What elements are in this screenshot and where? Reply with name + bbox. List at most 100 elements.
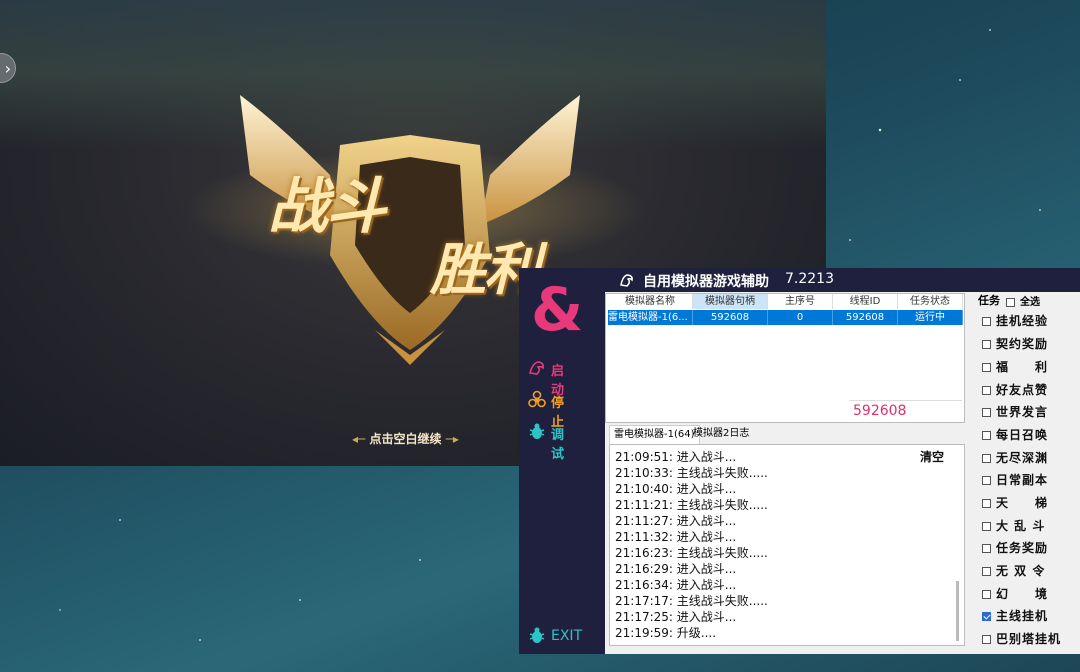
checkbox-icon (1006, 297, 1015, 307)
task-checkbox[interactable]: 主线挂机 (982, 607, 1048, 624)
assistant-window: & 启动 停止 调试 EXIT 自用模拟器游戏辅助 7.2213 模拟器名称 模… (519, 268, 1080, 654)
task-label: 巴别塔挂机 (996, 632, 1062, 646)
checkbox-icon (982, 567, 991, 576)
debug-button[interactable]: 调试 (527, 422, 601, 462)
app-version: 7.2213 (785, 271, 834, 287)
column-header[interactable]: 模拟器名称 (608, 294, 693, 309)
task-label: 幻 境 (996, 587, 1049, 601)
log-line: 21:19:59: 升级.... (615, 626, 717, 640)
task-label: 无尽深渊 (996, 451, 1049, 465)
scrollbar-thumb[interactable] (956, 581, 959, 641)
emulator-table[interactable]: 模拟器名称 模拟器句柄 主序号 线程ID 任务状态 雷电模拟器-1(6... 5… (605, 293, 965, 423)
task-checkbox[interactable]: 无尽深渊 (982, 449, 1048, 466)
checkbox-icon (982, 522, 991, 531)
task-label: 天 梯 (996, 496, 1049, 510)
log-line: 21:10:33: 主线战斗失败..... (615, 466, 768, 480)
task-checkbox[interactable]: 任务奖励 (982, 539, 1048, 556)
task-checkbox[interactable]: 天 梯 (982, 494, 1048, 511)
task-label: 挂机经验 (996, 314, 1049, 328)
stop-button[interactable]: 停止 (527, 390, 601, 430)
table-cell: 592608 (833, 310, 898, 325)
task-checkbox[interactable]: 福 利 (982, 358, 1048, 375)
checkbox-icon (982, 431, 991, 440)
table-cell: 雷电模拟器-1(6... (608, 310, 693, 325)
task-checkbox[interactable]: 巴别塔挂机 (982, 630, 1061, 647)
table-header: 模拟器名称 模拟器句柄 主序号 线程ID 任务状态 (608, 294, 963, 309)
checkbox-icon (982, 499, 991, 508)
task-panel: 任务 全选 挂机经验 契约奖励 福 利 好友点赞 世界发言 每日召唤 无尽深渊 … (972, 290, 1080, 654)
log-line: 21:16:34: 进入战斗... (615, 578, 737, 592)
task-label: 契约奖励 (996, 337, 1049, 351)
task-label: 日常副本 (996, 473, 1049, 487)
tab-emulator2-log[interactable]: 模拟器2日志 (689, 425, 753, 443)
checkbox-icon (982, 408, 991, 417)
title-bar[interactable]: 自用模拟器游戏辅助 7.2213 (605, 268, 1080, 292)
task-label: 福 利 (996, 360, 1049, 374)
task-checkbox[interactable]: 挂机经验 (982, 312, 1048, 329)
app-title: 自用模拟器游戏辅助 (643, 274, 769, 290)
start-button[interactable]: 启动 (527, 358, 601, 398)
log-line: 21:10:40: 进入战斗... (615, 482, 737, 496)
biohazard-icon (528, 390, 546, 408)
log-line: 21:17:25: 进入战斗... (615, 610, 737, 624)
sidebar: & 启动 停止 调试 EXIT (519, 268, 605, 654)
continue-text: 点击空白继续 (369, 432, 442, 446)
tap-to-continue-hint[interactable]: ◂─ 点击空白继续 ─▸ (352, 430, 459, 447)
tasks-header: 任务 (978, 294, 1000, 307)
log-scrollbar[interactable] (956, 445, 960, 645)
task-checkbox[interactable]: 幻 境 (982, 585, 1048, 602)
table-row[interactable]: 雷电模拟器-1(6... 592608 0 592608 运行中 (608, 310, 963, 325)
select-all-checkbox[interactable]: 全选 (1006, 293, 1040, 308)
table-cell: 0 (768, 310, 833, 325)
task-label: 无 双 令 (996, 564, 1046, 578)
victory-title-line1: 战斗 (268, 172, 386, 242)
task-checkbox[interactable]: 每日召唤 (982, 426, 1048, 443)
task-checkbox[interactable]: 世界发言 (982, 403, 1048, 420)
checkbox-icon (982, 317, 991, 326)
log-line: 21:11:32: 进入战斗... (615, 530, 737, 544)
exit-button[interactable]: EXIT (527, 626, 601, 648)
checkbox-icon (982, 635, 991, 644)
log-line: 21:17:17: 主线战斗失败..... (615, 594, 768, 608)
checkbox-icon (982, 340, 991, 349)
task-label: 主线挂机 (996, 609, 1049, 623)
clear-log-button[interactable]: 清空 (920, 448, 944, 465)
task-checkbox[interactable]: 大 乱 斗 (982, 517, 1045, 534)
log-line: 21:11:21: 主线战斗失败..... (615, 498, 768, 512)
left-deco-icon: ◂─ (352, 432, 370, 446)
column-header[interactable]: 主序号 (768, 294, 833, 309)
exit-label: EXIT (551, 628, 583, 644)
log-line: 21:16:23: 主线战斗失败..... (615, 546, 768, 560)
debug-label: 调试 (551, 428, 583, 462)
log-tabs: 雷电模拟器-1(64) 模拟器2日志 (605, 425, 965, 444)
column-header[interactable]: 模拟器句柄 (693, 294, 768, 309)
checkbox-icon (982, 454, 991, 463)
dragon-icon (528, 361, 544, 375)
task-label: 大 乱 斗 (996, 519, 1046, 533)
log-panel[interactable]: 清空 21:09:51: 进入战斗... 21:10:33: 主线战斗失败...… (609, 444, 965, 646)
checkbox-icon (982, 363, 991, 372)
task-checkbox[interactable]: 契约奖励 (982, 335, 1048, 352)
column-header[interactable]: 任务状态 (898, 294, 963, 309)
right-deco-icon: ─▸ (441, 432, 459, 446)
checkbox-checked-icon (982, 612, 991, 621)
checkbox-icon (982, 590, 991, 599)
app-dragon-icon (620, 274, 633, 287)
log-line: 21:16:29: 进入战斗... (615, 562, 737, 576)
log-line: 21:11:27: 进入战斗... (615, 514, 737, 528)
task-label: 任务奖励 (996, 541, 1049, 555)
checkbox-icon (982, 476, 991, 485)
task-checkbox[interactable]: 无 双 令 (982, 562, 1045, 579)
dragon-logo-icon: & (531, 275, 584, 345)
task-label: 世界发言 (996, 405, 1049, 419)
task-checkbox[interactable]: 好友点赞 (982, 381, 1048, 398)
table-cell: 592608 (693, 310, 768, 325)
checkbox-icon (982, 544, 991, 553)
task-checkbox[interactable]: 日常副本 (982, 471, 1048, 488)
task-label: 好友点赞 (996, 383, 1049, 397)
tab-emulator1-log[interactable]: 雷电模拟器-1(64) (609, 425, 700, 444)
column-header[interactable]: 线程ID (833, 294, 898, 309)
table-cell: 运行中 (898, 310, 963, 325)
checkbox-icon (982, 386, 991, 395)
log-line: 21:09:51: 进入战斗... (615, 450, 737, 464)
